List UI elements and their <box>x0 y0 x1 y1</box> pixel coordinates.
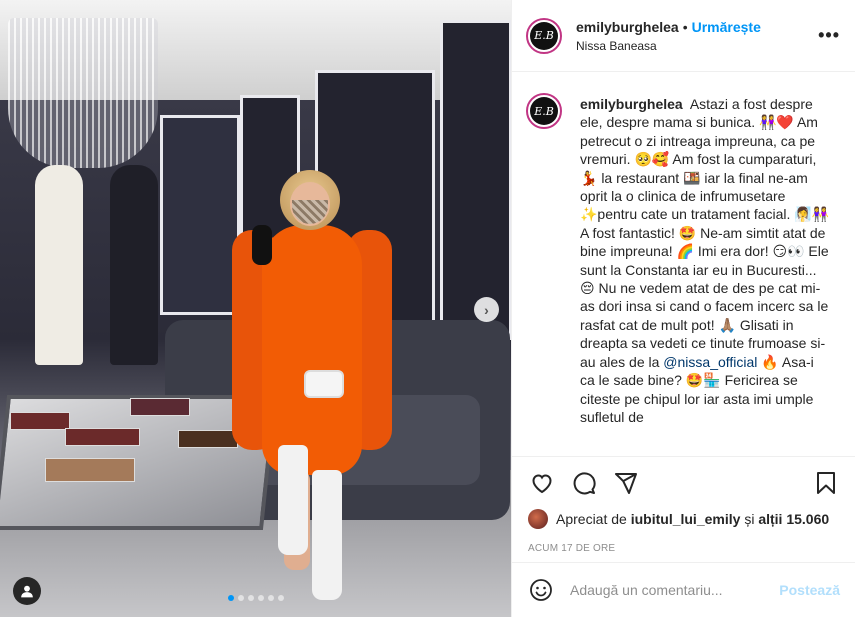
chevron-right-icon: › <box>484 301 489 318</box>
magazine <box>65 428 140 446</box>
caption-body: Astazi a fost despre ele, despre mama si… <box>580 96 830 370</box>
liker-username[interactable]: iubitul_lui_emily <box>631 511 741 527</box>
likes-summary[interactable]: Apreciat de iubitul_lui_emily și alții 1… <box>528 509 840 529</box>
magazine <box>178 430 238 448</box>
separator-dot: • <box>682 18 688 35</box>
likes-middle: și <box>744 511 755 527</box>
carousel-next-button[interactable]: › <box>474 297 499 322</box>
carousel-dot <box>248 595 254 601</box>
post-comment-button[interactable]: Postează <box>779 582 840 598</box>
bookmark-icon <box>817 472 835 494</box>
like-button[interactable] <box>528 469 556 497</box>
caption-username[interactable]: emilyburghelea <box>580 96 683 112</box>
carousel-dot <box>238 595 244 601</box>
comments-section[interactable]: E.B emilyburghelea Astazi a fost despre … <box>512 73 855 456</box>
save-button[interactable] <box>812 469 840 497</box>
carousel-dot <box>228 595 234 601</box>
share-button[interactable] <box>612 469 640 497</box>
comment-icon <box>573 472 596 495</box>
carousel-indicator <box>228 595 284 601</box>
magazine <box>10 412 70 430</box>
carousel-dot <box>268 595 274 601</box>
comment-input[interactable] <box>570 582 780 598</box>
white-handbag <box>304 370 344 398</box>
emoji-button[interactable] <box>528 577 554 603</box>
likes-others[interactable]: alții 15.060 <box>758 511 829 527</box>
orange-dress <box>262 225 362 475</box>
post-actions: Apreciat de iubitul_lui_emily și alții 1… <box>512 456 855 554</box>
magazine <box>130 398 190 416</box>
carousel-dot <box>258 595 264 601</box>
magazine <box>45 458 135 482</box>
post-photo[interactable]: › <box>0 0 511 617</box>
username-link[interactable]: emilyburghelea <box>576 19 679 35</box>
post-side-panel: E.B emilyburghelea • Urmărește Nissa Ban… <box>511 0 855 617</box>
mannequin-white-outfit <box>35 165 83 365</box>
post-caption: E.B emilyburghelea Astazi a fost despre … <box>526 93 841 426</box>
add-comment-bar: Postează <box>512 562 855 617</box>
white-boot <box>312 470 342 600</box>
heart-icon <box>532 474 552 494</box>
avatar[interactable]: E.B <box>526 17 562 54</box>
location-link[interactable]: Nissa Baneasa <box>576 39 818 53</box>
avatar-initials: E.B <box>530 97 558 125</box>
user-tag-icon <box>21 585 33 598</box>
header-info: emilyburghelea • Urmărește Nissa Baneasa <box>576 19 818 53</box>
clothing-rack <box>160 115 240 315</box>
chandelier <box>8 18 158 168</box>
microphone <box>252 225 272 265</box>
user-tags-button[interactable] <box>13 577 41 605</box>
woman-in-orange-dress <box>232 170 392 610</box>
share-icon <box>615 473 637 494</box>
wall-panel <box>440 20 511 340</box>
post-header: E.B emilyburghelea • Urmărește Nissa Ban… <box>512 0 855 72</box>
more-options-icon[interactable]: ••• <box>818 25 840 46</box>
post-timestamp[interactable]: ACUM 17 DE ORE <box>528 543 840 554</box>
liker-avatar[interactable] <box>528 509 548 529</box>
follow-button[interactable]: Urmărește <box>692 19 761 35</box>
mention-link[interactable]: @nissa_official <box>663 354 757 370</box>
comment-button[interactable] <box>570 469 598 497</box>
likes-prefix: Apreciat de <box>556 511 627 527</box>
mannequin-black-outfit <box>110 165 158 365</box>
white-boot <box>278 445 308 555</box>
caption-text: emilyburghelea Astazi a fost despre ele,… <box>580 95 830 426</box>
emoji-icon <box>530 579 552 601</box>
carousel-dot <box>278 595 284 601</box>
avatar-initials: E.B <box>530 21 558 50</box>
action-icons <box>528 467 840 499</box>
caption-avatar[interactable]: E.B <box>526 93 562 129</box>
